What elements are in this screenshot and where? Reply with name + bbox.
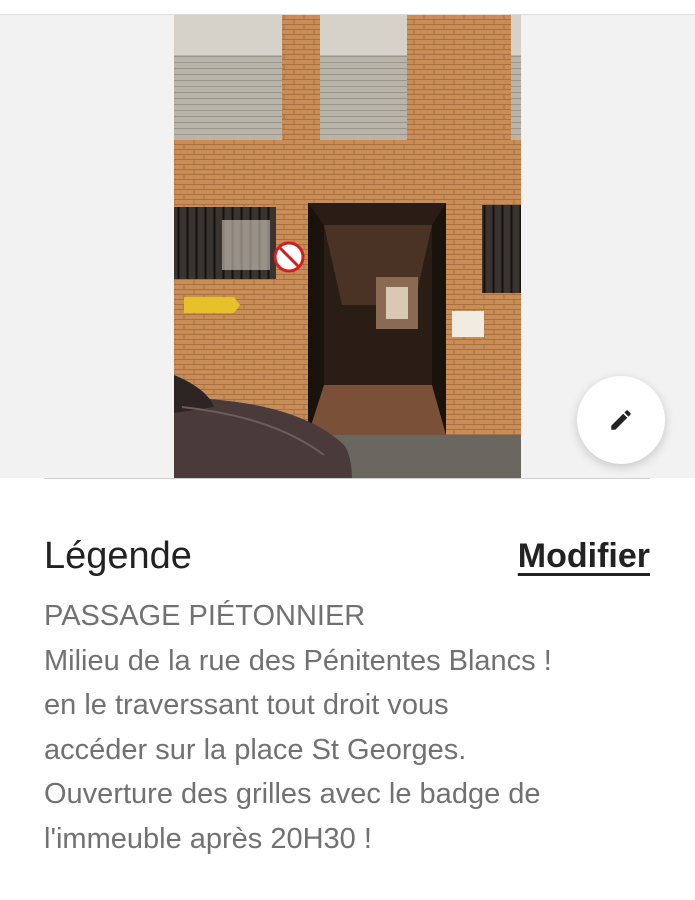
caption-line: en le traverssant tout droit vous bbox=[44, 689, 449, 721]
edit-photo-button[interactable] bbox=[577, 376, 665, 464]
caption-line: PASSAGE PIÉTONNIER bbox=[44, 600, 366, 632]
caption-line: Ouverture des grilles avec le badge de bbox=[44, 778, 541, 810]
caption-line: Milieu de la rue des Pénitentes Blancs ! bbox=[44, 644, 552, 677]
caption-line: l'immeuble après 20H30 ! bbox=[44, 822, 372, 855]
listing-photo[interactable] bbox=[174, 15, 521, 478]
section-divider bbox=[44, 478, 650, 479]
modify-link[interactable]: Modifier bbox=[518, 537, 650, 576]
caption-text: PASSAGE PIÉTONNIER Milieu de la rue des … bbox=[44, 594, 664, 861]
photo-container bbox=[0, 15, 695, 478]
caption-title: Légende bbox=[44, 534, 192, 577]
caption-header: Légende Modifier bbox=[44, 528, 650, 584]
caption-line: accéder sur la place St Georges. bbox=[44, 733, 467, 766]
pencil-icon bbox=[611, 410, 631, 430]
